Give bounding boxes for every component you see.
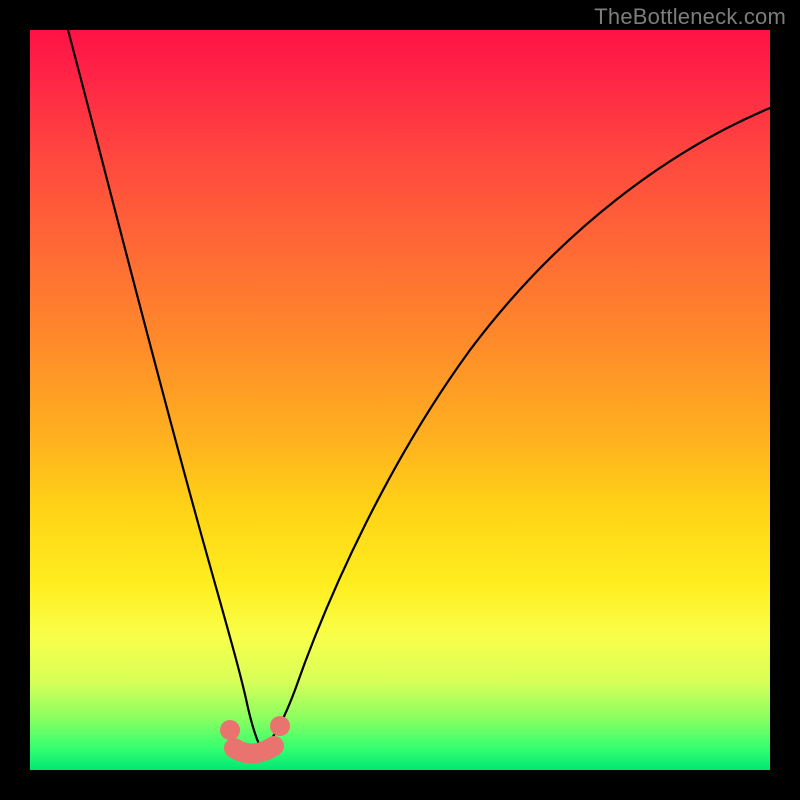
highlight-right-endcap xyxy=(270,716,290,736)
bottleneck-curve xyxy=(68,30,770,748)
highlight-left-endcap xyxy=(220,720,240,740)
curve-layer xyxy=(30,30,770,770)
highlight-optimal-range xyxy=(234,746,274,754)
chart-frame: TheBottleneck.com xyxy=(0,0,800,800)
plot-area xyxy=(30,30,770,770)
watermark-text: TheBottleneck.com xyxy=(594,4,786,30)
